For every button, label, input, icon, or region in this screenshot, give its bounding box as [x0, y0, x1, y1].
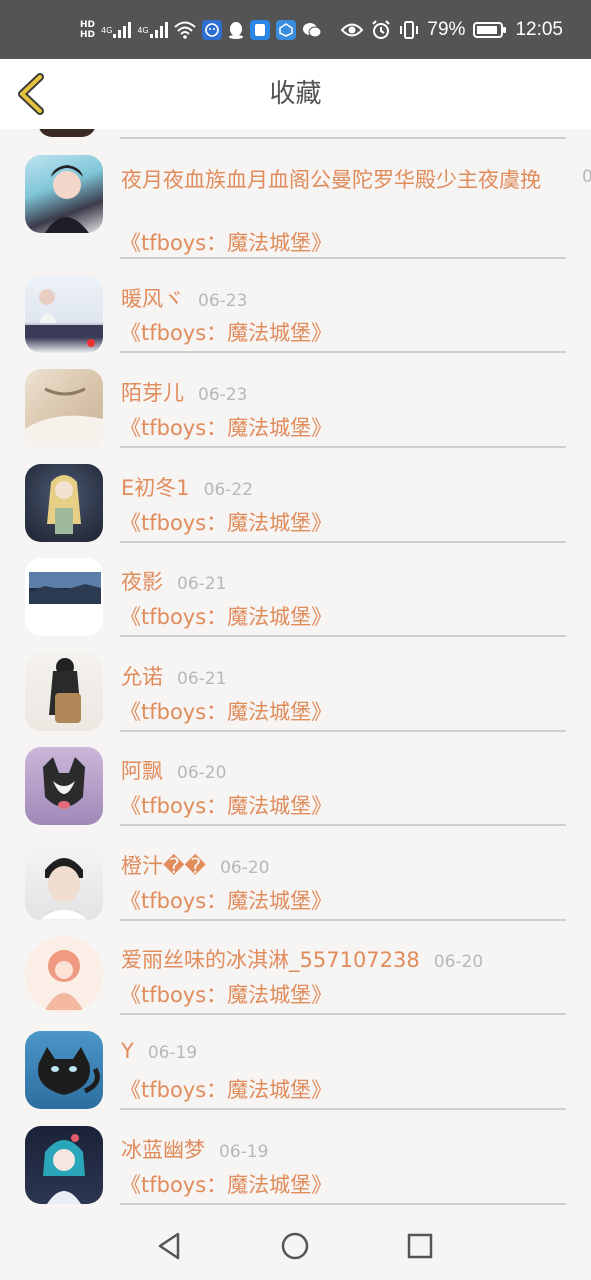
favorites-list[interactable]: 夜月夜血族血月血阁公曼陀罗华殿少主夜虞挽 0 《tfboys：魔法城堡》 暖风ヾ…: [0, 129, 591, 1212]
nav-back-button[interactable]: [152, 1228, 188, 1264]
avatar[interactable]: [25, 1126, 103, 1204]
app-notification-icon: [201, 20, 222, 40]
app-notification-icon: [249, 20, 270, 40]
divider: [120, 824, 566, 826]
book-title[interactable]: 《tfboys：魔法城堡》: [120, 1074, 332, 1104]
item-date: 06-23: [198, 385, 248, 405]
item-date: 0: [582, 167, 591, 187]
wechat-icon: [302, 19, 322, 41]
avatar[interactable]: [25, 842, 103, 920]
hd-signal-icon: HD HD: [80, 20, 96, 40]
list-item[interactable]: Y 06-19 《tfboys：魔法城堡》: [0, 1031, 591, 1110]
battery-percent: 79%: [427, 19, 466, 40]
list-item[interactable]: 陌芽儿 06-23 《tfboys：魔法城堡》: [0, 369, 591, 448]
status-right-icons: 79% 12:05: [341, 18, 563, 42]
divider: [120, 541, 566, 543]
app-notification-icon: [275, 20, 296, 40]
divider: [120, 351, 566, 353]
book-title[interactable]: 《tfboys：魔法城堡》: [120, 790, 332, 820]
user-name: 橙汁�� 06-20: [121, 854, 270, 878]
list-item[interactable]: 冰蓝幽梦 06-19 《tfboys：魔法城堡》: [0, 1126, 591, 1205]
book-title[interactable]: 《tfboys：魔法城堡》: [120, 317, 332, 347]
item-date: 06-23: [198, 291, 248, 311]
avatar[interactable]: [25, 155, 103, 233]
list-item[interactable]: 暖风ヾ 06-23 《tfboys：魔法城堡》: [0, 275, 591, 354]
divider: [120, 137, 566, 139]
avatar[interactable]: [25, 464, 103, 542]
triangle-back-icon: [158, 1232, 180, 1260]
nav-recents-button[interactable]: [402, 1228, 438, 1264]
nav-home-button[interactable]: [277, 1228, 313, 1264]
wifi-icon: [173, 19, 196, 41]
eye-icon: [341, 19, 364, 41]
item-date: 06-19: [219, 1142, 269, 1162]
item-date: 06-21: [177, 574, 227, 594]
user-name: E初冬1 06-22: [121, 476, 254, 500]
user-name: 陌芽儿 06-23: [121, 381, 248, 405]
user-name: 夜影 06-21: [121, 570, 227, 594]
user-name: Y 06-19: [121, 1039, 198, 1063]
user-name: 暖风ヾ 06-23: [121, 287, 248, 311]
item-date: 06-20: [177, 763, 227, 783]
book-title[interactable]: 《tfboys：魔法城堡》: [120, 601, 332, 631]
app-header: 收藏: [0, 59, 591, 129]
avatar[interactable]: [25, 1031, 103, 1109]
user-name: 爱丽丝味的冰淇淋_557107238 06-20: [121, 948, 484, 972]
page-title: 收藏: [269, 79, 322, 109]
avatar[interactable]: [25, 369, 103, 447]
item-date: 06-21: [177, 669, 227, 689]
user-name: 冰蓝幽梦 06-19: [121, 1138, 269, 1162]
user-name: 阿飘 06-20: [121, 759, 227, 783]
list-item[interactable]: E初冬1 06-22 《tfboys：魔法城堡》: [0, 464, 591, 543]
avatar[interactable]: [25, 275, 103, 353]
book-title[interactable]: 《tfboys：魔法城堡》: [120, 412, 332, 442]
item-date: 06-22: [203, 480, 254, 500]
user-name: 夜月夜血族血月血阁公曼陀罗华殿少主夜虞挽: [121, 168, 541, 192]
book-title[interactable]: 《tfboys：魔法城堡》: [120, 227, 332, 257]
list-item[interactable]: 夜月夜血族血月血阁公曼陀罗华殿少主夜虞挽 0 《tfboys：魔法城堡》: [0, 155, 591, 260]
list-item[interactable]: 橙汁�� 06-20 《tfboys：魔法城堡》: [0, 842, 591, 921]
divider: [120, 730, 566, 732]
qq-icon: [228, 19, 244, 41]
circle-home-icon: [281, 1232, 309, 1260]
avatar[interactable]: [25, 558, 103, 636]
list-item[interactable]: 阿飘 06-20 《tfboys：魔法城堡》: [0, 747, 591, 826]
divider: [120, 1108, 566, 1110]
status-left-icons: HD HD 4G 4G: [80, 18, 322, 42]
divider: [120, 446, 566, 448]
user-name: 允诺 06-21: [121, 665, 227, 689]
divider: [120, 1203, 566, 1205]
book-title[interactable]: 《tfboys：魔法城堡》: [120, 696, 332, 726]
list-item-partial: [38, 129, 96, 137]
battery-icon: [473, 19, 507, 41]
item-date: 06-19: [147, 1043, 198, 1063]
divider: [120, 1013, 566, 1015]
clock-time: 12:05: [515, 19, 563, 40]
book-title[interactable]: 《tfboys：魔法城堡》: [120, 1169, 332, 1199]
book-title[interactable]: 《tfboys：魔法城堡》: [120, 979, 332, 1009]
divider: [120, 635, 566, 637]
list-item[interactable]: 爱丽丝味的冰淇淋_557107238 06-20 《tfboys：魔法城堡》: [0, 936, 591, 1015]
square-recents-icon: [407, 1233, 433, 1259]
cell-signal-2-icon: 4G: [137, 19, 168, 41]
avatar[interactable]: [25, 936, 103, 1014]
cell-signal-1-icon: 4G: [101, 19, 132, 41]
avatar[interactable]: [25, 747, 103, 825]
vibrate-icon: [399, 19, 419, 41]
item-date: 06-20: [433, 952, 484, 972]
divider: [120, 919, 566, 921]
avatar[interactable]: [25, 653, 103, 731]
book-title[interactable]: 《tfboys：魔法城堡》: [120, 507, 332, 537]
status-bar: HD HD 4G 4G 79% 12:05: [0, 0, 591, 59]
list-item[interactable]: 夜影 06-21 《tfboys：魔法城堡》: [0, 558, 591, 637]
book-title[interactable]: 《tfboys：魔法城堡》: [120, 885, 332, 915]
alarm-icon: [371, 19, 391, 41]
divider: [120, 257, 566, 259]
item-date: 06-20: [220, 858, 270, 878]
list-item[interactable]: 允诺 06-21 《tfboys：魔法城堡》: [0, 653, 591, 732]
system-nav-bar: [0, 1212, 591, 1280]
